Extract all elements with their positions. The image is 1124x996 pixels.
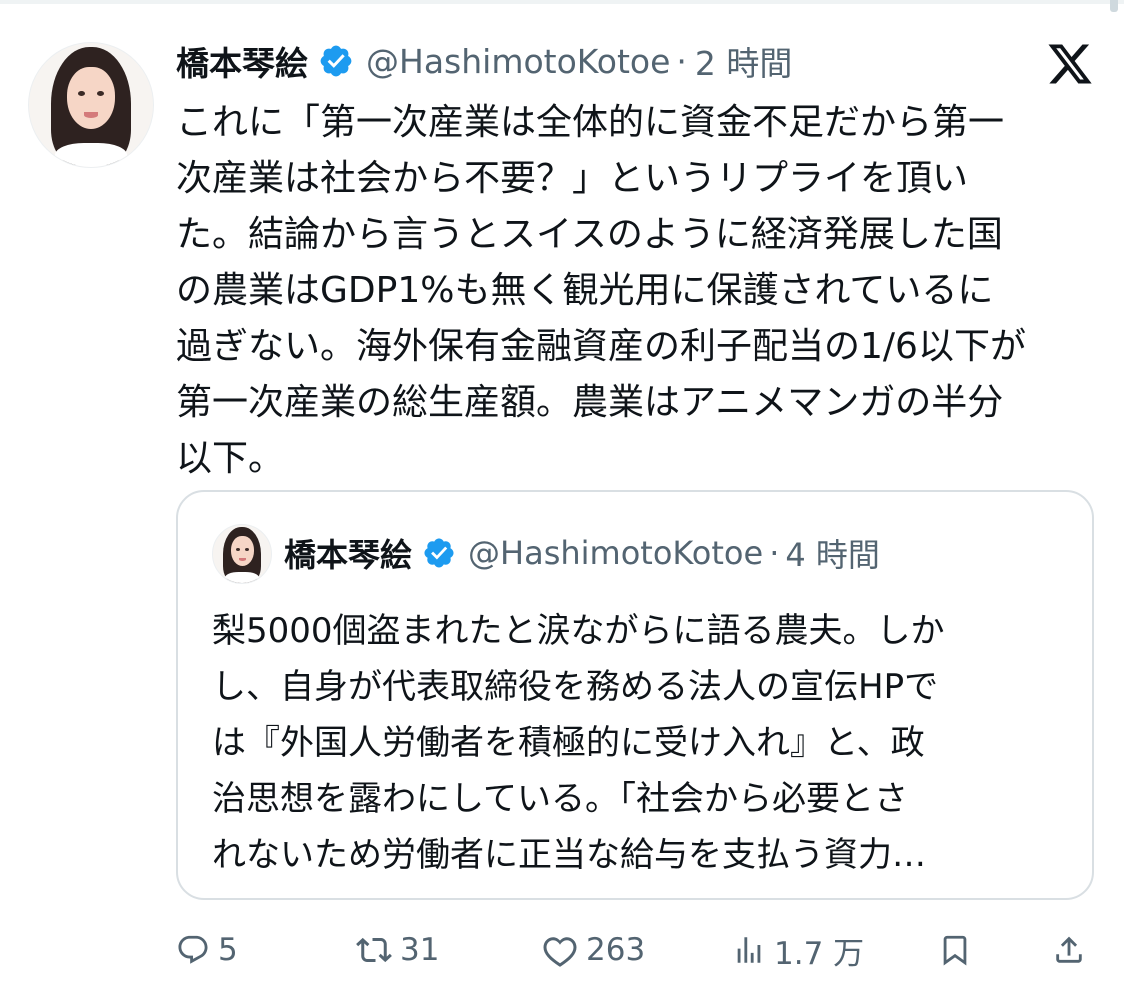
tweet-action-bar: 5 31 263 1.7 万 [0,920,1124,980]
like-count: 263 [586,932,646,968]
tweet-body: これに「第一次産業は全体的に資金不足だから第一 次産業は社会から不要？」というリ… [176,102,1026,479]
tweet-header: 橋本琴絵 @HashimotoKotoe · 2 時間 [176,38,792,84]
verified-badge-icon [422,536,456,570]
author-avatar[interactable] [28,42,154,168]
scroll-indicator [1110,0,1118,12]
view-count: 1.7 万 [774,935,865,972]
avatar-mouth [239,558,246,561]
avatar-eye-right [97,91,104,96]
top-edge [0,0,1124,4]
repost-icon [356,932,392,968]
avatar-eye-left [236,548,240,551]
meta-separator: · [676,41,687,81]
bookmark-button[interactable] [938,928,972,972]
bookmark-icon [938,933,972,967]
quoted-author-name: 橋本琴絵 [284,536,413,574]
reply-button[interactable]: 5 [176,928,238,972]
quoted-author-avatar [212,524,272,584]
avatar-clothing [55,143,127,167]
views-button[interactable]: 1.7 万 [732,928,864,972]
avatar-eye-right [245,548,249,551]
heart-icon [542,932,578,968]
avatar-mouth [84,112,98,118]
share-icon [1052,933,1086,967]
meta-separator: · [769,534,780,572]
share-button[interactable] [1052,928,1086,972]
avatar-clothing [225,572,259,583]
author-handle[interactable]: @HashimotoKotoe [366,42,670,81]
views-chart-icon [732,933,766,967]
repost-button[interactable]: 31 [356,928,439,972]
verified-badge-icon [318,43,354,79]
avatar-face [231,536,254,566]
tweet-timestamp[interactable]: 2 時間 [695,37,793,85]
avatar-eye-left [78,91,85,96]
reply-icon [176,933,210,967]
author-name[interactable]: 橋本琴絵 [176,37,308,85]
quoted-author-handle: @HashimotoKotoe [468,534,764,572]
quoted-tweet-timestamp: 4 時間 [785,536,880,574]
quoted-tweet-header: 橋本琴絵 @HashimotoKotoe · 4 時間 [284,530,880,576]
quoted-tweet-body: 梨5000個盗まれたと涙ながらに語る農夫。しか し、自身が代表取締役を務める法人… [212,611,945,875]
x-logo-icon [1046,40,1094,88]
like-button[interactable]: 263 [542,928,645,972]
avatar-face [67,67,115,129]
repost-count: 31 [400,932,440,968]
reply-count: 5 [218,932,238,968]
